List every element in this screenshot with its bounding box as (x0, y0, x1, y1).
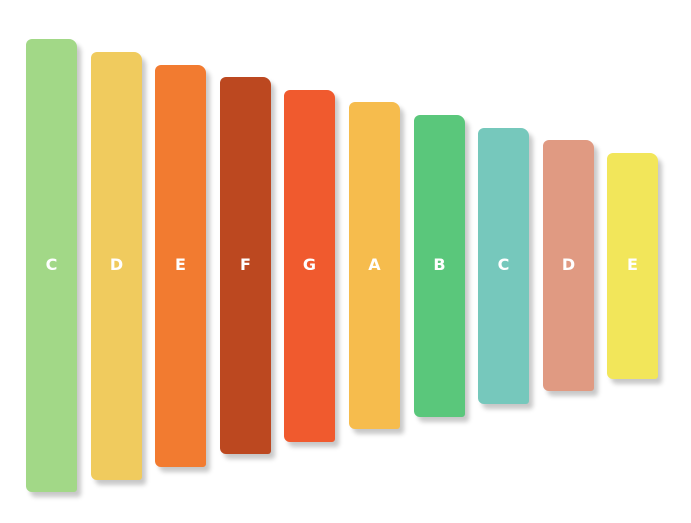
bar-note-label: F (240, 255, 251, 274)
bar-note-label: E (627, 255, 638, 274)
xylophone: C D E F G A B C D E (0, 0, 691, 523)
bar-note-label: C (497, 255, 510, 274)
xylophone-bar-e-high[interactable]: E (607, 153, 658, 379)
xylophone-bar-c-high[interactable]: C (478, 128, 529, 404)
bar-note-label: G (302, 255, 317, 274)
bar-note-label: E (175, 255, 186, 274)
bar-note-label: C (45, 255, 58, 274)
xylophone-bar-e-low[interactable]: E (155, 65, 206, 467)
xylophone-bar-c-low[interactable]: C (26, 39, 77, 492)
bar-note-label: A (368, 255, 381, 274)
xylophone-bar-d-high[interactable]: D (543, 140, 594, 391)
xylophone-bar-d-low[interactable]: D (91, 52, 142, 480)
xylophone-bar-g[interactable]: G (284, 90, 335, 442)
xylophone-bar-a[interactable]: A (349, 102, 400, 429)
xylophone-bar-f[interactable]: F (220, 77, 271, 454)
bar-note-label: D (561, 255, 576, 274)
bar-note-label: D (109, 255, 124, 274)
bar-note-label: B (433, 255, 446, 274)
xylophone-bar-b[interactable]: B (414, 115, 465, 417)
